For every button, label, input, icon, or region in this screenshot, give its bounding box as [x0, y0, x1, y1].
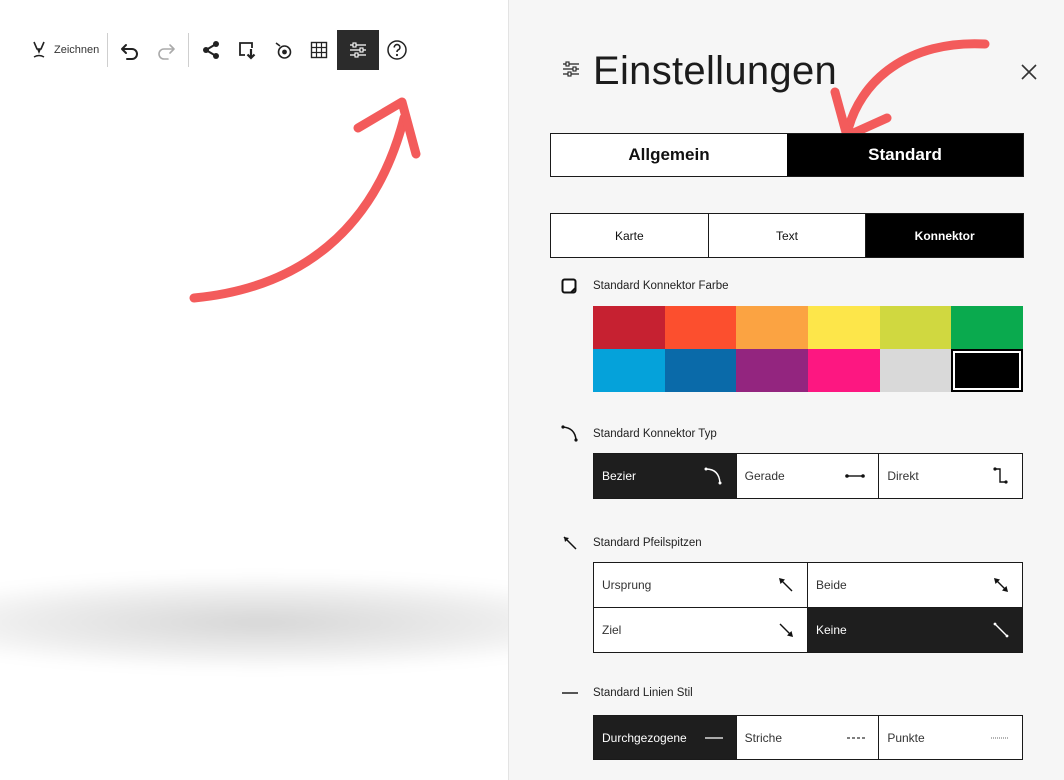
close-icon: [1017, 64, 1041, 88]
line-style-options: Durchgezogene Striche Punkte: [593, 715, 1023, 760]
canvas-area[interactable]: Zeichnen: [0, 0, 508, 780]
connector-type-options: Bezier Gerade Direkt: [593, 453, 1023, 499]
color-swatch[interactable]: [664, 349, 737, 392]
close-button[interactable]: [1017, 60, 1041, 84]
undo-icon: [120, 40, 140, 60]
solid-line-icon: [704, 735, 724, 741]
annotation-arrow-right: [830, 39, 990, 141]
dotted-line-icon: [990, 735, 1010, 741]
undo-button[interactable]: [112, 30, 148, 70]
tab-allgemein[interactable]: Allgemein: [551, 134, 787, 176]
help-icon: [386, 39, 408, 61]
arrow-none-icon: [992, 621, 1010, 639]
option-label: Ursprung: [602, 577, 652, 592]
option-label: Punkte: [887, 730, 925, 745]
option-label: Keine: [816, 622, 847, 637]
color-swatch[interactable]: [807, 349, 880, 392]
section-type: Standard Konnektor Typ: [561, 425, 717, 443]
arrowhead-icon: [561, 534, 581, 552]
color-swatches: [593, 306, 1023, 392]
straight-line-icon: [844, 471, 866, 481]
sub-tabs: Karte Text Konnektor: [550, 213, 1024, 258]
toolbar: Zeichnen: [28, 30, 415, 70]
option-ursprung[interactable]: Ursprung: [594, 563, 808, 608]
toolbar-separator: [188, 33, 190, 67]
share-icon: [201, 40, 221, 60]
main-tabs: Allgemein Standard: [550, 133, 1024, 177]
solid-line-icon: [561, 690, 581, 696]
draw-label: Zeichnen: [54, 44, 100, 56]
section-linestyle-label: Standard Linien Stil: [593, 687, 693, 699]
color-square-icon: [561, 278, 581, 294]
section-type-label: Standard Konnektor Typ: [593, 428, 717, 440]
option-direkt[interactable]: Direkt: [879, 454, 1022, 498]
settings-button[interactable]: [337, 30, 380, 70]
arrowhead-options: Ursprung Beide Ziel Keine: [593, 562, 1023, 653]
focus-button[interactable]: [265, 30, 301, 70]
option-label: Ziel: [602, 622, 622, 637]
share-button[interactable]: [193, 30, 229, 70]
panel-header: Einstellungen: [561, 46, 837, 96]
settings-panel: Einstellungen Allgemein Standard Karte T…: [508, 0, 1064, 780]
color-swatch[interactable]: [951, 349, 1023, 392]
subtab-text[interactable]: Text: [709, 214, 867, 257]
grid-button[interactable]: [301, 30, 337, 70]
color-swatch[interactable]: [879, 306, 952, 349]
color-swatch[interactable]: [593, 349, 665, 392]
color-swatch[interactable]: [664, 306, 737, 349]
toolbar-separator: [107, 33, 109, 67]
tab-standard[interactable]: Standard: [787, 134, 1023, 176]
help-button[interactable]: [379, 30, 415, 70]
color-swatch[interactable]: [736, 349, 808, 392]
bezier-curve-icon: [704, 466, 724, 486]
color-swatch[interactable]: [807, 306, 880, 349]
option-striche[interactable]: Striche: [737, 716, 880, 759]
option-ziel[interactable]: Ziel: [594, 607, 808, 652]
color-swatch[interactable]: [879, 349, 952, 392]
subtab-karte[interactable]: Karte: [551, 214, 709, 257]
elbow-connector-icon: [992, 466, 1010, 486]
arrow-target-icon: [777, 621, 795, 639]
section-arrowheads-label: Standard Pfeilspitzen: [593, 537, 702, 549]
section-color: Standard Konnektor Farbe: [561, 278, 729, 294]
focus-icon: [273, 40, 293, 60]
panel-title: Einstellungen: [593, 48, 838, 93]
export-button[interactable]: [229, 30, 265, 70]
settings-sliders-icon: [561, 59, 581, 84]
subtab-konnektor[interactable]: Konnektor: [866, 214, 1024, 257]
redo-icon: [156, 40, 176, 60]
settings-sliders-icon: [348, 40, 368, 60]
option-label: Gerade: [744, 469, 785, 483]
section-linestyle: Standard Linien Stil: [561, 687, 693, 699]
arrow-both-icon: [992, 576, 1010, 594]
option-label: Beide: [816, 577, 847, 592]
option-label: Durchgezogene: [602, 730, 687, 745]
grid-icon: [310, 41, 328, 59]
option-label: Striche: [744, 730, 783, 745]
color-swatch[interactable]: [951, 306, 1023, 349]
annotation-arrow-left: [189, 97, 421, 303]
option-label: Bezier: [602, 469, 637, 483]
option-keine[interactable]: Keine: [808, 607, 1022, 652]
arrow-origin-icon: [777, 576, 795, 594]
bezier-curve-icon: [561, 425, 581, 443]
export-icon: [237, 40, 257, 60]
color-swatch[interactable]: [593, 306, 665, 349]
option-bezier[interactable]: Bezier: [594, 454, 737, 498]
draw-button[interactable]: Zeichnen: [28, 30, 103, 70]
option-label: Direkt: [887, 469, 919, 483]
dashed-line-icon: [846, 735, 866, 741]
color-swatch[interactable]: [736, 306, 808, 349]
option-durchgezogene[interactable]: Durchgezogene: [594, 716, 737, 759]
option-gerade[interactable]: Gerade: [737, 454, 880, 498]
section-arrowheads: Standard Pfeilspitzen: [561, 534, 702, 552]
canvas-shadow: [0, 575, 508, 670]
redo-button[interactable]: [148, 30, 184, 70]
option-punkte[interactable]: Punkte: [879, 716, 1022, 759]
pen-icon: [32, 40, 46, 60]
option-beide[interactable]: Beide: [808, 563, 1022, 608]
section-color-label: Standard Konnektor Farbe: [593, 280, 729, 292]
